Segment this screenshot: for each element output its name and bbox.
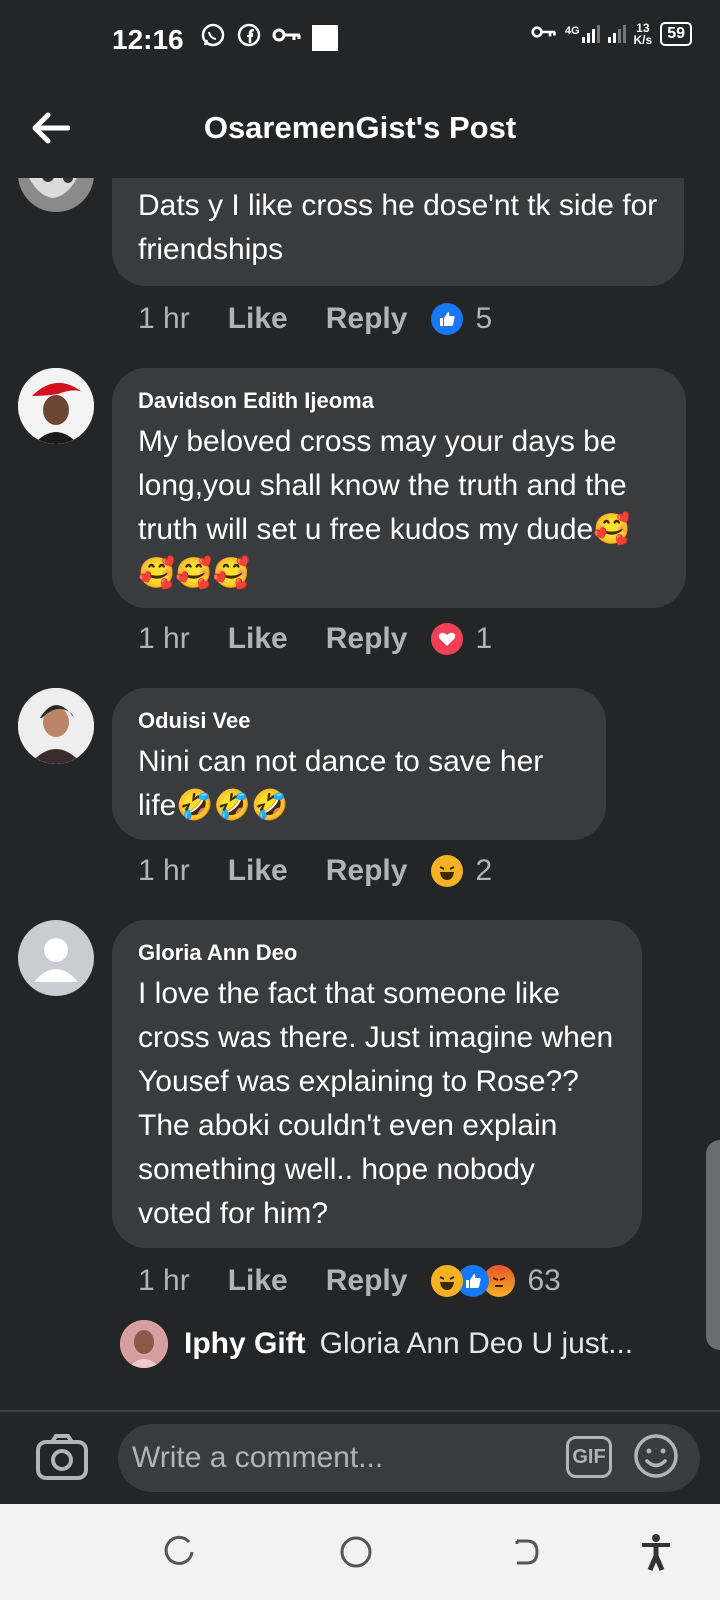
comment-author[interactable]: Davidson Edith Ijeoma bbox=[138, 388, 660, 414]
vpn-key-icon bbox=[272, 25, 302, 50]
back-nav-icon bbox=[515, 1539, 539, 1565]
comment-bubble[interactable]: Dats y I like cross he dose'nt tk side f… bbox=[112, 178, 684, 286]
post-header: OsaremenGist's Post bbox=[0, 80, 720, 178]
like-button[interactable]: Like bbox=[228, 622, 288, 656]
recents-icon bbox=[164, 1535, 194, 1565]
status-notification-icons bbox=[200, 22, 338, 53]
notification-square-icon bbox=[312, 24, 338, 51]
smiley-icon bbox=[634, 1434, 678, 1478]
reply-button[interactable]: Reply bbox=[326, 1264, 408, 1298]
like-button[interactable]: Like bbox=[228, 1264, 288, 1298]
reaction-count[interactable]: 63 bbox=[527, 1264, 560, 1298]
gif-button[interactable]: GIF bbox=[566, 1436, 612, 1478]
status-time: 12:16 bbox=[112, 24, 184, 55]
comment-author[interactable]: Gloria Ann Deo bbox=[138, 940, 616, 966]
reaction-stack[interactable] bbox=[431, 1265, 516, 1297]
avatar bbox=[120, 1320, 168, 1368]
accessibility-icon bbox=[642, 1534, 670, 1571]
emoji-button[interactable] bbox=[632, 1432, 680, 1480]
like-button[interactable]: Like bbox=[228, 854, 288, 888]
avatar[interactable] bbox=[18, 368, 94, 444]
comment-time: 1 hr bbox=[138, 302, 190, 335]
comment-time: 1 hr bbox=[138, 622, 190, 655]
network-speed: 13 K/s bbox=[633, 21, 653, 47]
home-circle-icon bbox=[340, 1536, 372, 1568]
comment-author[interactable]: Oduisi Vee bbox=[138, 708, 580, 734]
battery-indicator: 59 bbox=[660, 22, 692, 46]
system-nav-bar bbox=[0, 1504, 720, 1600]
avatar[interactable] bbox=[18, 688, 94, 764]
reply-text: Gloria Ann Deo U just... bbox=[319, 1327, 634, 1360]
back-nav-button[interactable] bbox=[506, 1532, 546, 1572]
reaction-count[interactable]: 2 bbox=[475, 854, 492, 888]
signal-bars-icon bbox=[607, 25, 626, 43]
camera-icon bbox=[36, 1434, 88, 1480]
reply-preview[interactable]: Iphy Gift Gloria Ann Deo U just... bbox=[120, 1320, 633, 1368]
reply-author: Iphy Gift bbox=[184, 1327, 306, 1360]
love-icon[interactable] bbox=[431, 623, 464, 655]
like-button[interactable]: Like bbox=[228, 302, 288, 336]
facebook-icon bbox=[236, 22, 262, 53]
like-icon[interactable] bbox=[431, 303, 464, 335]
reply-button[interactable]: Reply bbox=[326, 854, 408, 888]
comment-input[interactable] bbox=[118, 1424, 700, 1492]
comment-actions: 1 hr Like Reply 2 bbox=[138, 854, 492, 888]
haha-icon[interactable] bbox=[431, 855, 464, 887]
comment-text: Nini can not dance to save her life🤣🤣🤣 bbox=[138, 745, 544, 822]
avatar[interactable] bbox=[18, 178, 94, 212]
comment-composer: GIF bbox=[0, 1410, 720, 1504]
comment-time: 1 hr bbox=[138, 854, 190, 887]
comment-bubble[interactable]: Oduisi Vee Nini can not dance to save he… bbox=[112, 688, 606, 840]
accessibility-button[interactable] bbox=[636, 1532, 676, 1572]
default-avatar[interactable] bbox=[18, 920, 94, 996]
reply-button[interactable]: Reply bbox=[326, 302, 408, 336]
page-title: OsaremenGist's Post bbox=[203, 110, 517, 145]
comment-actions: 1 hr Like Reply 63 bbox=[138, 1264, 561, 1298]
status-system-icons: 4G 13 K/s 59 bbox=[531, 22, 692, 46]
comment-text: Dats y I like cross he dose'nt tk side f… bbox=[138, 189, 658, 266]
network-type: 4G bbox=[564, 25, 580, 37]
vpn-key-icon bbox=[531, 23, 557, 46]
whatsapp-icon bbox=[200, 22, 226, 53]
comments-feed[interactable]: Dats y I like cross he dose'nt tk side f… bbox=[0, 178, 720, 1410]
comment-text: My beloved cross may your days be long,y… bbox=[138, 425, 631, 590]
recents-button[interactable] bbox=[160, 1532, 200, 1572]
comment-time: 1 hr bbox=[138, 1264, 190, 1297]
reaction-count[interactable]: 5 bbox=[475, 302, 492, 336]
comment-actions: 1 hr Like Reply 5 bbox=[138, 302, 492, 336]
person-icon bbox=[34, 938, 78, 982]
comment-bubble[interactable]: Gloria Ann Deo I love the fact that some… bbox=[112, 920, 642, 1248]
comment-actions: 1 hr Like Reply 1 bbox=[138, 622, 492, 656]
reply-button[interactable]: Reply bbox=[326, 622, 408, 656]
home-button[interactable] bbox=[336, 1532, 376, 1572]
reaction-count[interactable]: 1 bbox=[475, 622, 492, 656]
haha-icon bbox=[431, 1265, 464, 1297]
comment-bubble[interactable]: Davidson Edith Ijeoma My beloved cross m… bbox=[112, 368, 686, 608]
camera-button[interactable] bbox=[34, 1430, 90, 1486]
scrollbar-handle[interactable] bbox=[706, 1140, 720, 1350]
status-bar: 12:16 4G 13 K/s 59 bbox=[0, 0, 720, 80]
signal-4g-icon: 4G bbox=[565, 25, 600, 43]
comment-text: I love the fact that someone like cross … bbox=[138, 977, 614, 1230]
